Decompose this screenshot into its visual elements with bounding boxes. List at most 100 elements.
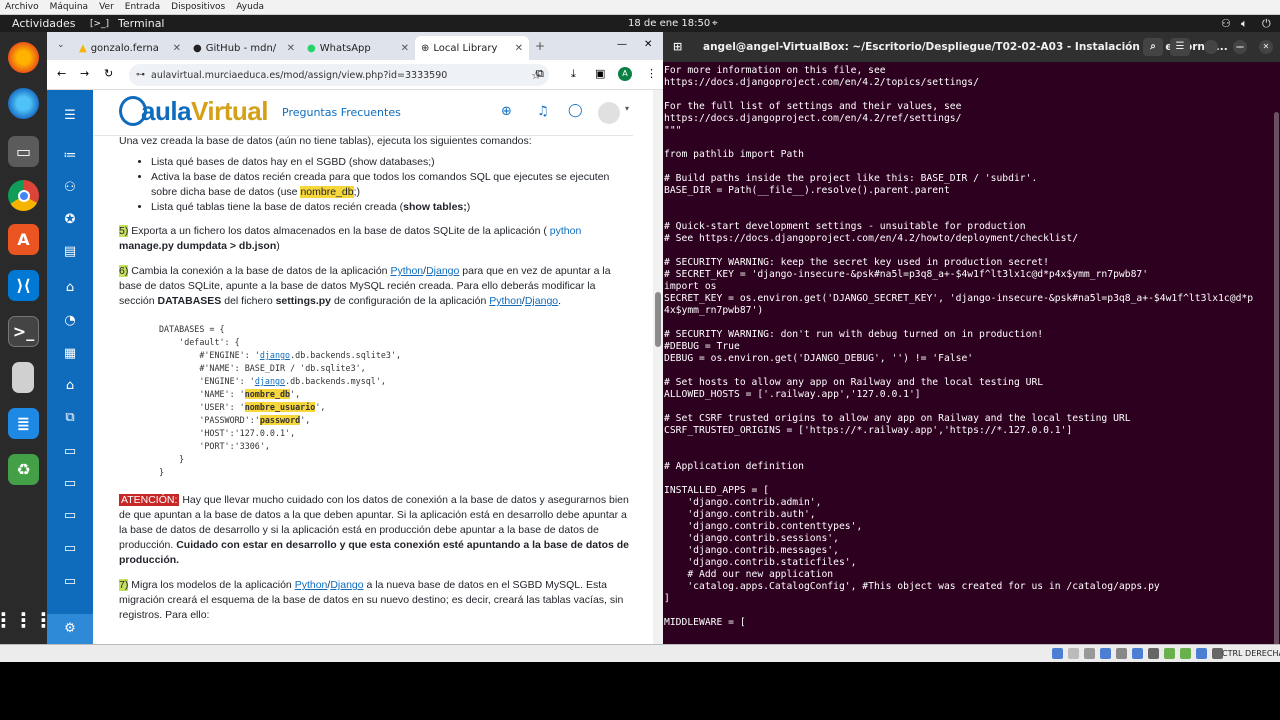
- django-link[interactable]: Django: [525, 295, 558, 307]
- profile-avatar[interactable]: A: [618, 67, 632, 81]
- code-line: }: [159, 454, 185, 464]
- audio-icon[interactable]: [1084, 648, 1095, 659]
- code-text: .db.backends.sqlite3',: [290, 350, 402, 360]
- usb-icon[interactable]: [1116, 648, 1127, 659]
- calendar-icon[interactable]: ▦: [60, 344, 80, 364]
- network-adapter-icon[interactable]: [1100, 648, 1111, 659]
- software-center-icon[interactable]: A: [8, 224, 39, 255]
- python-link[interactable]: Python: [489, 295, 522, 307]
- back-button[interactable]: ←: [57, 67, 66, 80]
- folder-icon[interactable]: ▭: [60, 539, 80, 559]
- page-scrollbar[interactable]: [653, 90, 663, 644]
- bell-icon[interactable]: ♫: [537, 104, 549, 119]
- chevron-down-icon[interactable]: ▾: [625, 104, 629, 113]
- vm-menu-ver[interactable]: Ver: [94, 2, 120, 12]
- vm-menu-entrada[interactable]: Entrada: [120, 2, 166, 12]
- chrome-icon[interactable]: [8, 180, 39, 211]
- close-button[interactable]: ✕: [1259, 40, 1273, 54]
- terminal-output[interactable]: For more information on this file, see ht…: [663, 62, 1273, 644]
- show-apps-icon[interactable]: ⋮⋮⋮: [0, 604, 54, 635]
- close-window-button[interactable]: ✕: [644, 39, 652, 50]
- thunderbird-icon[interactable]: [8, 88, 39, 119]
- minimize-button[interactable]: —: [617, 39, 627, 50]
- recording-icon[interactable]: [1164, 648, 1175, 659]
- site-header: aulaVirtual Preguntas Frecuentes ⊕ ♫ ◯ ▾: [93, 90, 633, 136]
- chat-icon[interactable]: ◯: [568, 103, 583, 118]
- document-icon[interactable]: ≣: [8, 408, 39, 439]
- minimize-button[interactable]: [1204, 40, 1218, 54]
- forward-button[interactable]: →: [80, 67, 89, 80]
- download-icon[interactable]: ⤓: [571, 67, 576, 81]
- close-icon[interactable]: ✕: [173, 43, 181, 54]
- tab-github[interactable]: ● GitHub - mdn/ ✕: [187, 36, 301, 60]
- code-text: 'NAME': ': [159, 389, 245, 399]
- cpu-icon[interactable]: [1180, 648, 1191, 659]
- faq-link[interactable]: Preguntas Frecuentes: [282, 106, 401, 119]
- network-icon[interactable]: ⚇: [1221, 17, 1231, 30]
- vscode-icon[interactable]: ⟩⟨: [8, 270, 39, 301]
- folder-icon[interactable]: ▭: [60, 442, 80, 462]
- site-info-icon[interactable]: ⊶: [136, 70, 145, 80]
- address-bar[interactable]: ⊶ aulavirtual.murciaeduca.es/mod/assign/…: [129, 64, 549, 86]
- folder-icon[interactable]: ▭: [60, 572, 80, 592]
- shared-folders-icon[interactable]: [1132, 648, 1143, 659]
- terminal-scrollbar-thumb[interactable]: [1274, 112, 1279, 652]
- close-icon[interactable]: ✕: [287, 43, 295, 54]
- django-link[interactable]: Django: [426, 265, 459, 277]
- new-tab-button[interactable]: +: [535, 39, 545, 53]
- browser-menu-icon[interactable]: ⋮: [646, 67, 657, 80]
- site-logo[interactable]: aulaVirtual: [141, 96, 268, 127]
- clock[interactable]: 18 de ene 18:50: [628, 18, 710, 29]
- tab-whatsapp[interactable]: ● WhatsApp ✕: [301, 36, 415, 60]
- language-icon[interactable]: ⊕: [501, 104, 512, 119]
- folder-icon[interactable]: ▭: [60, 506, 80, 526]
- power-icon[interactable]: ⏻: [1262, 17, 1271, 31]
- active-app-menu[interactable]: Terminal: [118, 17, 165, 30]
- hdd-icon[interactable]: [1052, 648, 1063, 659]
- code-text: 'USER': ': [159, 402, 245, 412]
- vm-menu-ayuda[interactable]: Ayuda: [231, 2, 270, 12]
- firefox-icon[interactable]: [8, 42, 39, 73]
- side-panel-icon[interactable]: ▣: [595, 67, 605, 80]
- display-icon[interactable]: [1148, 648, 1159, 659]
- search-icon[interactable]: ⌕: [1143, 38, 1163, 56]
- trash-icon[interactable]: ♻: [8, 454, 39, 485]
- python-link[interactable]: Python: [295, 579, 328, 591]
- terminal-icon[interactable]: >_: [8, 316, 39, 347]
- tab-local-library[interactable]: ⊕ Local Library ✕: [415, 36, 529, 60]
- vm-menu-archivo[interactable]: Archivo: [0, 2, 45, 12]
- home-icon[interactable]: ⌂: [60, 278, 80, 298]
- graduation-icon[interactable]: ⌂: [60, 376, 80, 396]
- vm-menu-maquina[interactable]: Máquina: [45, 2, 94, 12]
- hamburger-menu-icon[interactable]: ☰: [60, 106, 80, 126]
- files-icon[interactable]: ⧉: [60, 408, 80, 428]
- reload-button[interactable]: ↻: [104, 67, 113, 80]
- maximize-button[interactable]: —: [1233, 40, 1247, 54]
- volume-icon[interactable]: 🔈︎: [1241, 17, 1248, 31]
- settings-icon[interactable]: ⚙: [47, 614, 93, 644]
- files-icon[interactable]: ▭: [8, 136, 39, 167]
- tab-drive[interactable]: ▲ gonzalo.ferna ✕: [73, 36, 187, 60]
- django-link[interactable]: Django: [330, 579, 363, 591]
- terminal-scrollbar[interactable]: [1273, 62, 1280, 652]
- close-icon[interactable]: ✕: [515, 43, 523, 54]
- list-icon[interactable]: ≔: [60, 146, 80, 166]
- badge-icon[interactable]: ✪: [60, 210, 80, 230]
- usb-drive-icon[interactable]: [12, 362, 34, 393]
- page-scrollbar-thumb[interactable]: [655, 292, 661, 347]
- close-icon[interactable]: ✕: [401, 43, 409, 54]
- book-icon[interactable]: ▤: [60, 242, 80, 262]
- tab-search-icon[interactable]: ⌄: [57, 40, 65, 50]
- activities-button[interactable]: Actividades: [12, 17, 76, 30]
- extensions-icon[interactable]: ⧉: [536, 67, 544, 81]
- folder-icon[interactable]: ▭: [60, 474, 80, 494]
- user-avatar[interactable]: [598, 102, 620, 124]
- new-tab-icon[interactable]: ⊞: [673, 40, 682, 53]
- hamburger-menu-icon[interactable]: ☰: [1170, 38, 1190, 56]
- mouse-integration-icon[interactable]: [1196, 648, 1207, 659]
- vm-menu-dispositivos[interactable]: Dispositivos: [166, 2, 231, 12]
- people-icon[interactable]: ⚇: [60, 178, 80, 198]
- optical-drive-icon[interactable]: [1068, 648, 1079, 659]
- python-link[interactable]: Python: [390, 265, 423, 277]
- dashboard-icon[interactable]: ◔: [60, 311, 80, 331]
